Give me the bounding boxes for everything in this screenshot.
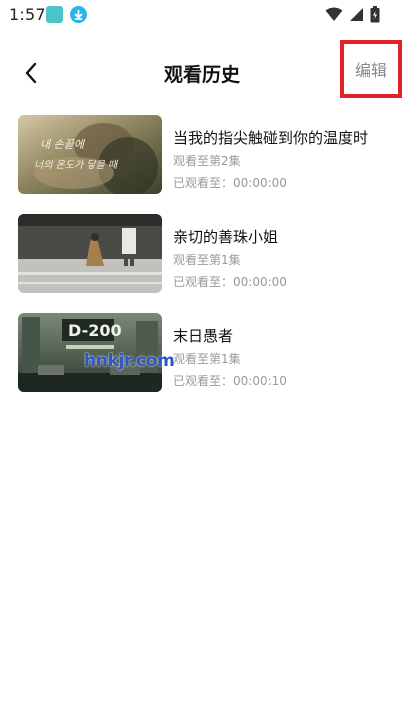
history-item[interactable]: 내 손끝에 너의 온도가 닿을 때 当我的指尖触碰到你的温度时 观看至第2集 已… <box>18 115 388 214</box>
episode-info: 观看至第1集 <box>173 253 241 267</box>
header: 观看历史 编辑 <box>0 40 404 100</box>
svg-text:내 손끝에: 내 손끝에 <box>40 138 86 151</box>
watch-progress: 已观看至：00:00:10 <box>173 374 287 388</box>
history-list: 내 손끝에 너의 온도가 닿을 때 当我的指尖触碰到你的温度时 观看至第2集 已… <box>18 115 388 412</box>
svg-text:D-200: D-200 <box>68 321 122 340</box>
watch-progress: 已观看至：00:00:00 <box>173 176 287 190</box>
svg-text:너의 온도가 닿을 때: 너의 온도가 닿을 때 <box>34 159 119 171</box>
download-icon <box>70 6 87 23</box>
app-notification-icon <box>46 6 63 23</box>
status-bar: 1:57 <box>0 0 404 30</box>
video-title: 当我的指尖触碰到你的温度时 <box>173 129 369 147</box>
history-item[interactable]: D-200 末日愚者 观看至第1集 已观看至：00:00:10 <box>18 313 388 412</box>
video-title: 亲切的善珠小姐 <box>173 228 279 246</box>
status-time: 1:57 <box>9 5 46 24</box>
video-thumbnail: 내 손끝에 너의 온도가 닿을 때 <box>18 115 162 194</box>
episode-info: 观看至第2集 <box>173 154 241 168</box>
episode-info: 观看至第1集 <box>173 352 241 366</box>
battery-icon <box>370 6 380 27</box>
wifi-icon <box>325 7 343 26</box>
watch-progress: 已观看至：00:00:00 <box>173 275 287 289</box>
status-indicators <box>325 6 380 27</box>
signal-icon <box>349 7 364 26</box>
video-thumbnail <box>18 214 162 293</box>
video-title: 末日愚者 <box>173 327 234 345</box>
edit-button[interactable]: 编辑 <box>340 40 402 98</box>
watermark-text: hnkjr.com <box>84 351 175 371</box>
history-item[interactable]: 亲切的善珠小姐 观看至第1集 已观看至：00:00:00 <box>18 214 388 313</box>
